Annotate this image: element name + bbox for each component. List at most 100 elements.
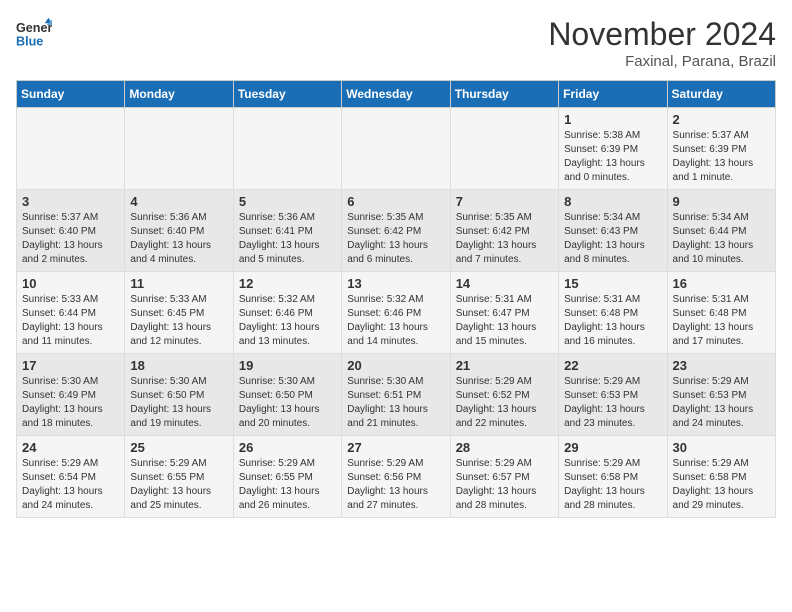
calendar-day-cell: 10 Sunrise: 5:33 AM Sunset: 6:44 PM Dayli… — [17, 272, 125, 354]
day-number: 5 — [239, 194, 336, 209]
day-info: Sunrise: 5:37 AM Sunset: 6:40 PM Dayligh… — [22, 211, 119, 267]
day-number: 25 — [130, 440, 227, 455]
day-info: Sunrise: 5:34 AM Sunset: 6:44 PM Dayligh… — [673, 211, 770, 267]
calendar-day-cell — [17, 108, 125, 190]
calendar-day-cell: 3 Sunrise: 5:37 AM Sunset: 6:40 PM Daylig… — [17, 190, 125, 272]
day-info: Sunrise: 5:29 AM Sunset: 6:58 PM Dayligh… — [564, 457, 661, 513]
page-header: General Blue November 2024 Faxinal, Para… — [16, 16, 776, 70]
svg-text:Blue: Blue — [16, 35, 43, 49]
calendar-day-cell: 8 Sunrise: 5:34 AM Sunset: 6:43 PM Daylig… — [559, 190, 667, 272]
calendar-day-cell: 24 Sunrise: 5:29 AM Sunset: 6:54 PM Dayli… — [17, 436, 125, 518]
calendar-day-cell: 11Sunrise: 5:33 AM Sunset: 6:45 PM Dayli… — [125, 272, 233, 354]
calendar-day-cell: 15 Sunrise: 5:31 AM Sunset: 6:48 PM Dayli… — [559, 272, 667, 354]
day-number: 17 — [22, 358, 119, 373]
day-number: 10 — [22, 276, 119, 291]
day-info: Sunrise: 5:38 AM Sunset: 6:39 PM Dayligh… — [564, 129, 661, 185]
day-number: 13 — [347, 276, 444, 291]
day-number: 21 — [456, 358, 553, 373]
day-number: 6 — [347, 194, 444, 209]
day-number: 12 — [239, 276, 336, 291]
calendar-day-cell: 25 Sunrise: 5:29 AM Sunset: 6:55 PM Dayli… — [125, 436, 233, 518]
weekday-header: Tuesday — [233, 81, 341, 108]
day-info: Sunrise: 5:29 AM Sunset: 6:55 PM Dayligh… — [239, 457, 336, 513]
calendar-week-row: 1 Sunrise: 5:38 AM Sunset: 6:39 PM Daylig… — [17, 108, 776, 190]
day-number: 16 — [673, 276, 770, 291]
day-info: Sunrise: 5:29 AM Sunset: 6:58 PM Dayligh… — [673, 457, 770, 513]
day-number: 14 — [456, 276, 553, 291]
day-number: 26 — [239, 440, 336, 455]
day-info: Sunrise: 5:34 AM Sunset: 6:43 PM Dayligh… — [564, 211, 661, 267]
calendar-day-cell: 16Sunrise: 5:31 AM Sunset: 6:48 PM Dayli… — [667, 272, 775, 354]
calendar-day-cell: 4Sunrise: 5:36 AM Sunset: 6:40 PM Daylig… — [125, 190, 233, 272]
day-info: Sunrise: 5:35 AM Sunset: 6:42 PM Dayligh… — [456, 211, 553, 267]
day-info: Sunrise: 5:36 AM Sunset: 6:40 PM Dayligh… — [130, 211, 227, 267]
calendar-day-cell: 21Sunrise: 5:29 AM Sunset: 6:52 PM Dayli… — [450, 354, 558, 436]
day-number: 22 — [564, 358, 661, 373]
day-number: 3 — [22, 194, 119, 209]
calendar-day-cell: 14 Sunrise: 5:31 AM Sunset: 6:47 PM Dayli… — [450, 272, 558, 354]
calendar-week-row: 24 Sunrise: 5:29 AM Sunset: 6:54 PM Dayli… — [17, 436, 776, 518]
calendar-day-cell: 18Sunrise: 5:30 AM Sunset: 6:50 PM Dayli… — [125, 354, 233, 436]
calendar-day-cell: 19 Sunrise: 5:30 AM Sunset: 6:50 PM Dayli… — [233, 354, 341, 436]
weekday-header: Friday — [559, 81, 667, 108]
calendar-day-cell: 9 Sunrise: 5:34 AM Sunset: 6:44 PM Daylig… — [667, 190, 775, 272]
day-number: 20 — [347, 358, 444, 373]
calendar-day-cell: 13 Sunrise: 5:32 AM Sunset: 6:46 PM Dayli… — [342, 272, 450, 354]
day-number: 2 — [673, 112, 770, 127]
logo: General Blue — [16, 16, 52, 52]
day-number: 9 — [673, 194, 770, 209]
calendar-day-cell — [342, 108, 450, 190]
calendar-week-row: 10 Sunrise: 5:33 AM Sunset: 6:44 PM Dayli… — [17, 272, 776, 354]
day-info: Sunrise: 5:29 AM Sunset: 6:57 PM Dayligh… — [456, 457, 553, 513]
day-number: 15 — [564, 276, 661, 291]
calendar-day-cell: 12Sunrise: 5:32 AM Sunset: 6:46 PM Dayli… — [233, 272, 341, 354]
weekday-header: Saturday — [667, 81, 775, 108]
calendar-day-cell: 6Sunrise: 5:35 AM Sunset: 6:42 PM Daylig… — [342, 190, 450, 272]
weekday-header: Wednesday — [342, 81, 450, 108]
weekday-header: Sunday — [17, 81, 125, 108]
weekday-header: Monday — [125, 81, 233, 108]
calendar-week-row: 17 Sunrise: 5:30 AM Sunset: 6:49 PM Dayli… — [17, 354, 776, 436]
calendar-day-cell: 27Sunrise: 5:29 AM Sunset: 6:56 PM Dayli… — [342, 436, 450, 518]
calendar-table: SundayMondayTuesdayWednesdayThursdayFrid… — [16, 80, 776, 518]
calendar-day-cell — [450, 108, 558, 190]
day-info: Sunrise: 5:29 AM Sunset: 6:56 PM Dayligh… — [347, 457, 444, 513]
day-number: 23 — [673, 358, 770, 373]
day-info: Sunrise: 5:30 AM Sunset: 6:51 PM Dayligh… — [347, 375, 444, 431]
day-info: Sunrise: 5:29 AM Sunset: 6:54 PM Dayligh… — [22, 457, 119, 513]
day-info: Sunrise: 5:36 AM Sunset: 6:41 PM Dayligh… — [239, 211, 336, 267]
day-info: Sunrise: 5:33 AM Sunset: 6:45 PM Dayligh… — [130, 293, 227, 349]
day-info: Sunrise: 5:32 AM Sunset: 6:46 PM Dayligh… — [347, 293, 444, 349]
day-info: Sunrise: 5:33 AM Sunset: 6:44 PM Dayligh… — [22, 293, 119, 349]
calendar-day-cell: 26 Sunrise: 5:29 AM Sunset: 6:55 PM Dayli… — [233, 436, 341, 518]
logo-icon: General Blue — [16, 16, 52, 52]
day-number: 19 — [239, 358, 336, 373]
day-info: Sunrise: 5:29 AM Sunset: 6:53 PM Dayligh… — [673, 375, 770, 431]
calendar-day-cell: 2Sunrise: 5:37 AM Sunset: 6:39 PM Daylig… — [667, 108, 775, 190]
day-number: 1 — [564, 112, 661, 127]
calendar-day-cell: 5 Sunrise: 5:36 AM Sunset: 6:41 PM Daylig… — [233, 190, 341, 272]
day-number: 24 — [22, 440, 119, 455]
title-block: November 2024 Faxinal, Parana, Brazil — [548, 16, 776, 70]
calendar-day-cell — [233, 108, 341, 190]
day-number: 8 — [564, 194, 661, 209]
svg-text:General: General — [16, 21, 52, 35]
day-info: Sunrise: 5:30 AM Sunset: 6:49 PM Dayligh… — [22, 375, 119, 431]
calendar-day-cell — [125, 108, 233, 190]
day-info: Sunrise: 5:30 AM Sunset: 6:50 PM Dayligh… — [239, 375, 336, 431]
month-title: November 2024 — [548, 16, 776, 53]
calendar-day-cell: 28Sunrise: 5:29 AM Sunset: 6:57 PM Dayli… — [450, 436, 558, 518]
calendar-body: 1 Sunrise: 5:38 AM Sunset: 6:39 PM Daylig… — [17, 108, 776, 518]
day-number: 29 — [564, 440, 661, 455]
weekday-header-row: SundayMondayTuesdayWednesdayThursdayFrid… — [17, 81, 776, 108]
day-number: 30 — [673, 440, 770, 455]
location: Faxinal, Parana, Brazil — [548, 53, 776, 70]
day-info: Sunrise: 5:30 AM Sunset: 6:50 PM Dayligh… — [130, 375, 227, 431]
calendar-day-cell: 29 Sunrise: 5:29 AM Sunset: 6:58 PM Dayli… — [559, 436, 667, 518]
day-info: Sunrise: 5:31 AM Sunset: 6:48 PM Dayligh… — [564, 293, 661, 349]
calendar-day-cell: 22Sunrise: 5:29 AM Sunset: 6:53 PM Dayli… — [559, 354, 667, 436]
calendar-day-cell: 7Sunrise: 5:35 AM Sunset: 6:42 PM Daylig… — [450, 190, 558, 272]
day-info: Sunrise: 5:31 AM Sunset: 6:47 PM Dayligh… — [456, 293, 553, 349]
day-info: Sunrise: 5:29 AM Sunset: 6:55 PM Dayligh… — [130, 457, 227, 513]
calendar-day-cell: 30 Sunrise: 5:29 AM Sunset: 6:58 PM Dayli… — [667, 436, 775, 518]
